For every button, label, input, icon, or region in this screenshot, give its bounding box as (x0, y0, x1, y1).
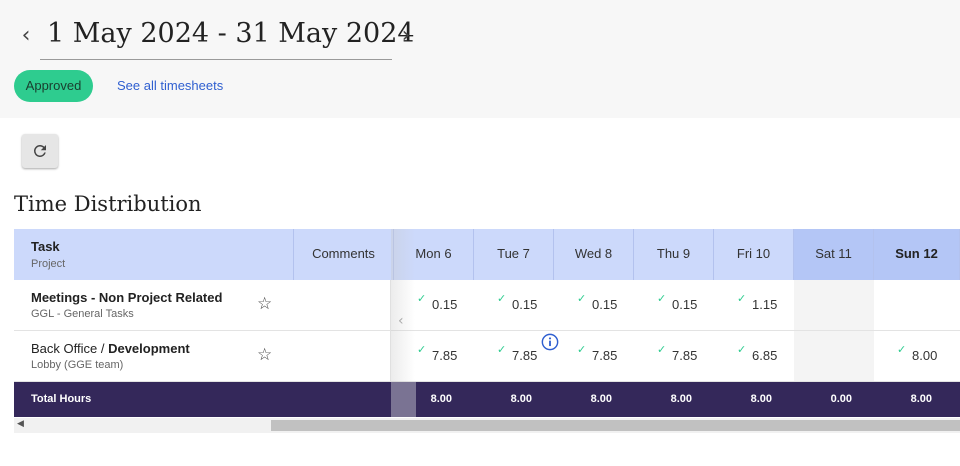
check-icon: ✓ (577, 292, 587, 305)
total-value: 0.00 (830, 393, 852, 405)
hours-cell[interactable]: ✓ 1.15 (714, 280, 794, 330)
task-name: Meetings - Non Project Related (31, 290, 222, 305)
task-project: Lobby (GGE team) (31, 359, 124, 371)
check-icon: ✓ (417, 343, 427, 356)
star-icon[interactable]: ☆ (257, 345, 272, 365)
hours-value: 6.85 (752, 348, 778, 363)
check-icon: ✓ (497, 292, 507, 305)
total-hours-row: Total Hours 8.00 8.00 8.00 8.00 8.00 0.0… (14, 382, 960, 417)
hours-cell[interactable]: ✓ 7.85 (634, 331, 714, 381)
scrollbar-thumb[interactable] (271, 420, 960, 431)
info-icon[interactable] (541, 333, 559, 351)
total-hours-label: Total Hours (31, 393, 92, 405)
project-header-label: Project (31, 258, 66, 270)
day-header-label: Fri 10 (736, 246, 771, 261)
refresh-icon (33, 144, 46, 157)
check-icon: ✓ (657, 343, 667, 356)
hours-value: 0.15 (672, 297, 698, 312)
refresh-button[interactable] (22, 134, 58, 168)
scroll-left-icon[interactable]: ‹ (398, 313, 404, 329)
comments-column-header: Comments (294, 229, 394, 280)
total-value: 8.00 (590, 393, 612, 405)
time-distribution-table: Task Project Comments Mon 6 Tue 7 Wed 8 … (14, 229, 960, 417)
status-badge: Approved (14, 70, 93, 102)
total-value: 8.00 (750, 393, 772, 405)
timesheet-header: ‹ 1 May 2024 - 31 May 2024 › Approved Se… (0, 0, 960, 118)
hours-cell[interactable]: ✓ 0.15 (554, 280, 634, 330)
day-header-label: Mon 6 (415, 246, 452, 261)
day-header-weekend: Sat 11 (794, 229, 874, 280)
section-title: Time Distribution (14, 192, 202, 216)
total-value: 8.00 (430, 393, 452, 405)
check-icon: ✓ (417, 292, 427, 305)
check-icon: ✓ (657, 292, 667, 305)
day-header-label: Sat 11 (815, 246, 852, 261)
hours-value: 0.15 (512, 297, 538, 312)
hours-value: 7.85 (432, 348, 458, 363)
comments-header-label: Comments (312, 246, 375, 261)
date-range-title: 1 May 2024 - 31 May 2024 (40, 12, 415, 60)
chevron-left-icon[interactable]: ‹ (16, 22, 36, 50)
day-header: Fri 10 (714, 229, 794, 280)
day-header: Tue 7 (474, 229, 554, 280)
hours-value: 7.85 (592, 348, 618, 363)
task-column-header: Task Project (14, 229, 294, 280)
chevron-right-icon[interactable]: › (396, 22, 416, 50)
check-icon: ✓ (577, 343, 587, 356)
task-name-text: Meetings - Non Project Related (31, 290, 223, 305)
hours-cell[interactable]: ✓ 7.85 (554, 331, 634, 381)
hours-cell[interactable]: ✓ 0.15 (474, 280, 554, 330)
hours-value: 1.15 (752, 297, 778, 312)
hours-cell[interactable]: ✓ 0.15 (634, 280, 714, 330)
task-project: GGL - General Tasks (31, 308, 134, 320)
see-all-timesheets-link[interactable]: See all timesheets (117, 78, 223, 93)
day-header-label: Wed 8 (574, 246, 613, 261)
frozen-column-divider (390, 280, 391, 382)
day-header: Wed 8 (554, 229, 634, 280)
hours-value: 0.15 (432, 297, 458, 312)
check-icon: ✓ (897, 343, 907, 356)
day-header: Mon 6 (394, 229, 474, 280)
task-name: Back Office / Development (31, 341, 190, 356)
task-name-bold: Development (108, 341, 190, 356)
total-value: 8.00 (670, 393, 692, 405)
hours-value: 7.85 (672, 348, 698, 363)
day-header-label: Sun 12 (895, 246, 938, 261)
hours-cell[interactable]: ✓ 8.00 (874, 331, 954, 381)
hours-value: 8.00 (912, 348, 938, 363)
total-value: 8.00 (910, 393, 932, 405)
star-icon[interactable]: ☆ (257, 294, 272, 314)
hours-cell[interactable]: ✓ 6.85 (714, 331, 794, 381)
hours-cell[interactable]: ✓ 7.85 (394, 331, 474, 381)
check-icon: ✓ (737, 343, 747, 356)
hours-value: 7.85 (512, 348, 538, 363)
check-icon: ✓ (737, 292, 747, 305)
total-value: 8.00 (510, 393, 532, 405)
day-header-label: Thu 9 (656, 246, 691, 261)
check-icon: ✓ (497, 343, 507, 356)
hours-cell[interactable]: ✓ 0.15 (394, 280, 474, 330)
task-header-label: Task (31, 239, 60, 254)
scroll-left-arrow-icon[interactable]: ◀ (17, 419, 24, 429)
horizontal-scrollbar[interactable]: ◀ (14, 418, 960, 433)
hours-value: 0.15 (592, 297, 618, 312)
table-row: Back Office / Development Lobby (GGE tea… (14, 331, 960, 382)
day-header-label: Tue 7 (497, 246, 530, 261)
day-header-weekend: Sun 12 (874, 229, 960, 280)
task-name-prefix: Back Office / (31, 341, 109, 356)
day-header: Thu 9 (634, 229, 714, 280)
table-row: Meetings - Non Project Related GGL - Gen… (14, 280, 960, 331)
